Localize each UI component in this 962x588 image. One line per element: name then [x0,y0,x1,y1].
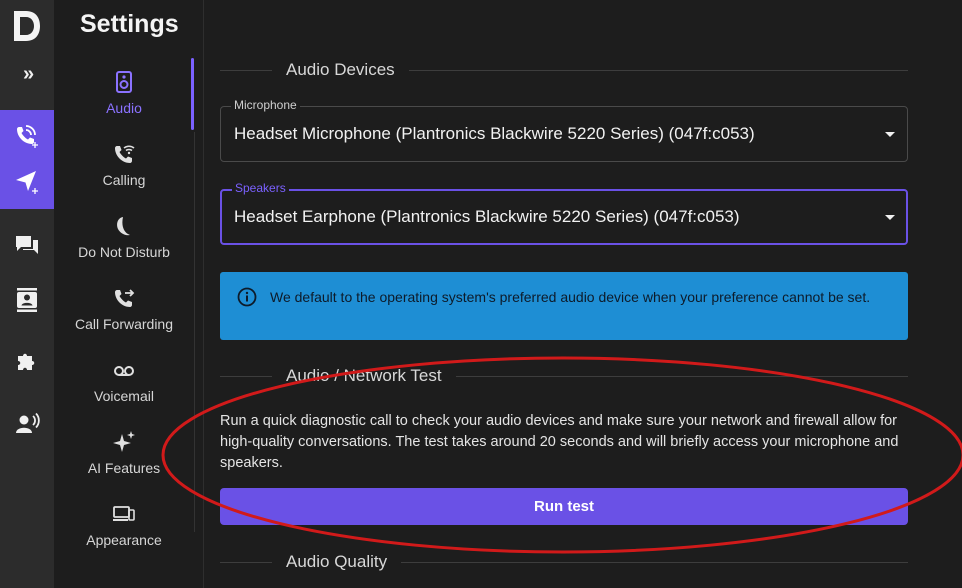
puzzle-icon[interactable] [0,340,54,384]
microphone-select[interactable]: Microphone Headset Microphone (Plantroni… [220,98,908,162]
contacts-icon[interactable] [0,278,54,322]
run-test-button[interactable]: Run test [220,488,908,525]
info-icon [237,287,257,307]
app-logo[interactable] [9,8,45,44]
info-banner: We default to the operating system's pre… [220,272,908,340]
send-add-icon[interactable] [0,160,54,204]
nav-item-label: Appearance [86,532,162,548]
info-text: We default to the operating system's pre… [270,289,871,305]
nav-item-label: Do Not Disturb [78,244,170,260]
speakers-select[interactable]: Speakers Headset Earphone (Plantronics B… [220,181,908,245]
sparkle-icon [113,431,135,452]
page-title: Settings [80,10,179,38]
chat-icon[interactable] [0,224,54,268]
nav-item-ai-features[interactable]: AI Features [54,430,194,494]
call-forward-icon [115,289,135,307]
devices-icon [113,506,135,521]
nav-item-label: Audio [106,100,142,116]
wifi-call-icon [115,145,135,163]
moon-icon [117,217,130,236]
app-window: » Settings Audio Calling Do Not Disturb … [0,0,962,588]
section-title: Audio Devices [286,60,395,79]
nav-item-call-forwarding[interactable]: Call Forwarding [54,286,194,350]
nav-item-calling[interactable]: Calling [54,142,194,206]
nav-item-label: Voicemail [94,388,154,404]
call-add-icon[interactable] [0,114,54,158]
nav-item-do-not-disturb[interactable]: Do Not Disturb [54,214,194,278]
section-title: Audio / Network Test [286,366,442,385]
settings-nav: Settings Audio Calling Do Not Disturb Ca… [54,0,204,588]
speakers-value: Headset Earphone (Plantronics Blackwire … [234,207,740,226]
nav-item-audio[interactable]: Audio [54,70,194,134]
nav-item-label: AI Features [87,460,161,476]
nav-item-label: Calling [102,172,146,188]
network-test-heading: Audio / Network Test [220,364,908,388]
speaker-icon [116,71,132,93]
nav-item-appearance[interactable]: Appearance [54,502,194,566]
nav-item-voicemail[interactable]: Voicemail [54,358,194,422]
network-test-description: Run a quick diagnostic call to check you… [220,413,899,471]
voicemail-icon [114,366,134,376]
nav-item-label: Call Forwarding [74,316,174,332]
speakers-label: Speakers [232,181,289,195]
audio-devices-heading: Audio Devices [220,58,908,82]
nav-scrollbar[interactable] [194,132,195,532]
section-title: Audio Quality [286,552,388,571]
settings-content: Audio Devices Microphone Headset Microph… [204,0,962,588]
expand-icon[interactable]: » [0,60,54,88]
microphone-value: Headset Microphone (Plantronics Blackwir… [234,124,755,143]
microphone-label: Microphone [231,98,300,112]
speaker-person-icon[interactable] [0,402,54,446]
chevron-down-icon [885,215,895,220]
chevron-down-icon [885,132,895,137]
audio-quality-heading: Audio Quality [220,550,908,574]
icon-rail: » [0,0,54,588]
